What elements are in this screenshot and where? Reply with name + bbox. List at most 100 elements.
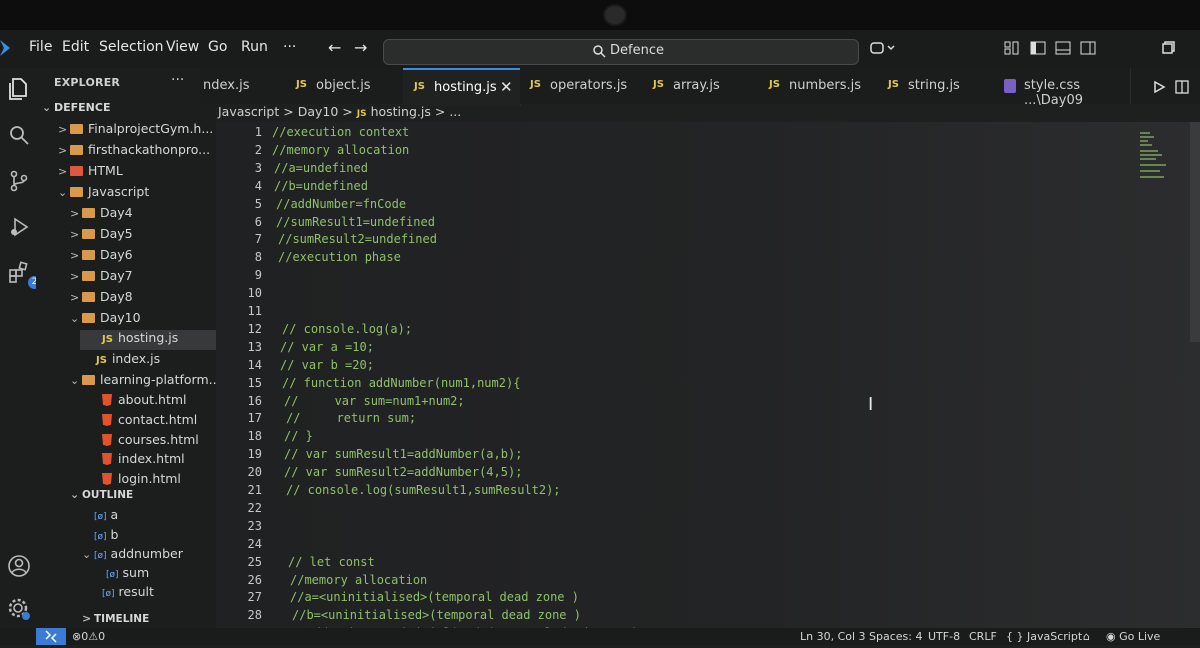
code-line[interactable]: // console.log(sumResult1,sumResult2); xyxy=(286,483,561,497)
problems-status[interactable]: ⊗0⚠0 xyxy=(72,630,105,643)
tree-folder-finalprojectgym[interactable]: > FinalprojectGym.h... xyxy=(58,121,213,141)
code-line[interactable]: // var sumResult2=addNumber(4,5); xyxy=(284,465,522,479)
code-line[interactable]: // var a =10; xyxy=(280,340,374,354)
code-line[interactable]: //execution context xyxy=(272,125,409,139)
run-debug-icon[interactable] xyxy=(6,214,32,240)
indentation-status[interactable]: Spaces: 4 xyxy=(869,630,922,643)
code-line[interactable]: // var b =20; xyxy=(280,358,374,372)
workspace-root[interactable]: ⌄ DEFENCE xyxy=(42,101,110,121)
toggle-secondary-sidebar-icon[interactable] xyxy=(1080,40,1096,56)
code-line[interactable]: //execution phase xyxy=(278,250,401,264)
copilot-icon[interactable] xyxy=(870,40,898,56)
menu-run[interactable]: Run xyxy=(241,39,268,55)
tree-file-about-html[interactable]: about.html xyxy=(102,392,187,412)
menu-more[interactable]: ··· xyxy=(283,39,296,55)
account-icon[interactable] xyxy=(6,553,32,579)
close-tab-icon[interactable]: ✕ xyxy=(500,78,513,96)
outline-item-addnumber[interactable]: ⌄ [ø] addnumber xyxy=(82,546,183,566)
eol-status[interactable]: CRLF xyxy=(969,630,997,643)
tree-file-contact-html[interactable]: contact.html xyxy=(102,412,197,432)
code-line[interactable]: //b=undefined xyxy=(274,179,368,193)
outline-item-b[interactable]: [ø] b xyxy=(94,527,118,547)
tree-folder-day5[interactable]: > Day5 xyxy=(70,226,133,246)
code-line[interactable]: //memory allocation xyxy=(272,143,409,157)
tab-hosting-js[interactable]: JS hosting.js ✕ xyxy=(403,68,521,106)
chevron-right-icon: > xyxy=(70,291,80,304)
menu-go[interactable]: Go xyxy=(208,39,227,55)
code-line[interactable]: // var sumResult1=addNumber(a,b); xyxy=(284,447,522,461)
customize-layout-icon[interactable] xyxy=(1004,40,1020,56)
tab-numbers-js[interactable]: JS numbers.js xyxy=(757,68,878,104)
forward-arrow-icon[interactable]: → xyxy=(354,38,367,57)
vertical-scrollbar[interactable] xyxy=(1190,122,1200,342)
title-bar: File Edit Selection View Go Run ··· ← → … xyxy=(0,30,1200,68)
breadcrumb-day10[interactable]: Day10 xyxy=(298,104,339,119)
tree-folder-learning-platform[interactable]: ⌄ learning-platform... xyxy=(70,372,216,392)
back-arrow-icon[interactable]: ← xyxy=(328,38,341,57)
tree-folder-day6[interactable]: > Day6 xyxy=(70,247,133,267)
tree-file-index-js[interactable]: JS index.js xyxy=(96,351,160,371)
tab-index-js[interactable]: ndex.js xyxy=(200,68,284,104)
tree-folder-day10[interactable]: ⌄ Day10 xyxy=(70,310,141,330)
timeline-header[interactable]: > TIMELINE xyxy=(82,612,149,628)
code-line[interactable]: //sumResult1=undefined xyxy=(276,215,435,229)
code-line[interactable]: //a=undefined xyxy=(274,161,368,175)
tree-file-index-html[interactable]: index.html xyxy=(102,451,185,471)
menu-file[interactable]: File xyxy=(29,39,52,55)
code-line[interactable]: // return sum; xyxy=(286,411,416,425)
minimap[interactable] xyxy=(1138,130,1168,190)
code-line[interactable]: //memory allocation xyxy=(290,573,427,587)
tree-file-hosting-js[interactable]: JS hosting.js xyxy=(80,330,216,350)
explorer-more-actions[interactable]: ··· xyxy=(171,72,184,88)
toggle-sidebar-icon[interactable] xyxy=(1030,40,1046,56)
remote-indicator[interactable] xyxy=(36,628,66,645)
code-line[interactable]: // } xyxy=(284,429,313,443)
outline-item-sum[interactable]: [ø] sum xyxy=(106,565,149,585)
tree-folder-javascript[interactable]: ⌄ Javascript xyxy=(58,184,149,204)
tree-label: courses.html xyxy=(118,432,199,447)
outline-header[interactable]: ⌄ OUTLINE xyxy=(70,488,133,508)
menu-selection[interactable]: Selection xyxy=(99,39,164,55)
code-line[interactable]: // let const xyxy=(288,555,375,569)
explorer-icon[interactable] xyxy=(6,76,32,102)
tree-folder-day4[interactable]: > Day4 xyxy=(70,205,133,225)
code-line[interactable]: //addNumber=fnCode xyxy=(276,197,406,211)
go-live-button[interactable]: ◉ Go Live xyxy=(1106,630,1160,643)
tab-string-js[interactable]: JS string.js xyxy=(877,68,995,104)
breadcrumb-symbols[interactable]: ... xyxy=(449,104,461,119)
tab-object-js[interactable]: JS object.js xyxy=(283,68,404,104)
tab-operators-js[interactable]: JS operators.js xyxy=(520,68,641,104)
menu-edit[interactable]: Edit xyxy=(62,39,89,55)
code-line[interactable]: // var sum=num1+num2; xyxy=(284,394,465,408)
cursor-position[interactable]: Ln 30, Col 3 xyxy=(800,630,866,643)
command-center-search[interactable]: Defence xyxy=(383,39,859,65)
code-line[interactable]: // console.log(a); xyxy=(282,322,412,336)
tree-folder-day8[interactable]: > Day8 xyxy=(70,289,133,309)
tab-array-js[interactable]: JS array.js xyxy=(640,68,758,104)
feedback-icon[interactable]: ⌂ xyxy=(1083,630,1090,643)
tree-folder-html[interactable]: > HTML xyxy=(58,163,123,183)
outline-item-a[interactable]: [ø] a xyxy=(94,507,118,527)
split-editor-icon[interactable] xyxy=(1175,80,1189,94)
breadcrumb-javascript[interactable]: Javascript xyxy=(218,104,279,119)
outline-item-result[interactable]: [ø] result xyxy=(102,584,154,604)
code-line[interactable]: //b=<uninitialised>(temporal dead zone ) xyxy=(292,608,581,622)
code-line[interactable]: //sumResult2=undefined xyxy=(278,232,437,246)
tree-folder-firsthackathon[interactable]: > firsthackathonpro... xyxy=(58,142,210,162)
encoding-status[interactable]: UTF-8 xyxy=(928,630,960,643)
manage-gear-icon[interactable] xyxy=(6,596,32,622)
code-line[interactable]: // function addNumber(num1,num2){ xyxy=(282,376,520,390)
run-file-icon[interactable] xyxy=(1152,80,1166,94)
breadcrumb-file[interactable]: hosting.js xyxy=(371,104,431,119)
tree-file-courses-html[interactable]: courses.html xyxy=(102,432,199,452)
menu-view[interactable]: View xyxy=(166,39,199,55)
code-editor[interactable]: 1 //execution context 2 //memory allocation… xyxy=(216,122,1200,640)
search-icon[interactable] xyxy=(6,122,32,148)
language-mode[interactable]: { } JavaScript xyxy=(1006,630,1082,643)
tree-folder-day7[interactable]: > Day7 xyxy=(70,268,133,288)
tab-style-css[interactable]: style.css ...\Day09 xyxy=(994,68,1131,108)
source-control-icon[interactable] xyxy=(6,168,32,194)
toggle-panel-icon[interactable] xyxy=(1055,40,1071,56)
restore-window-icon[interactable] xyxy=(1160,40,1176,56)
code-line[interactable]: //a=<uninitialised>(temporal dead zone ) xyxy=(290,590,579,604)
